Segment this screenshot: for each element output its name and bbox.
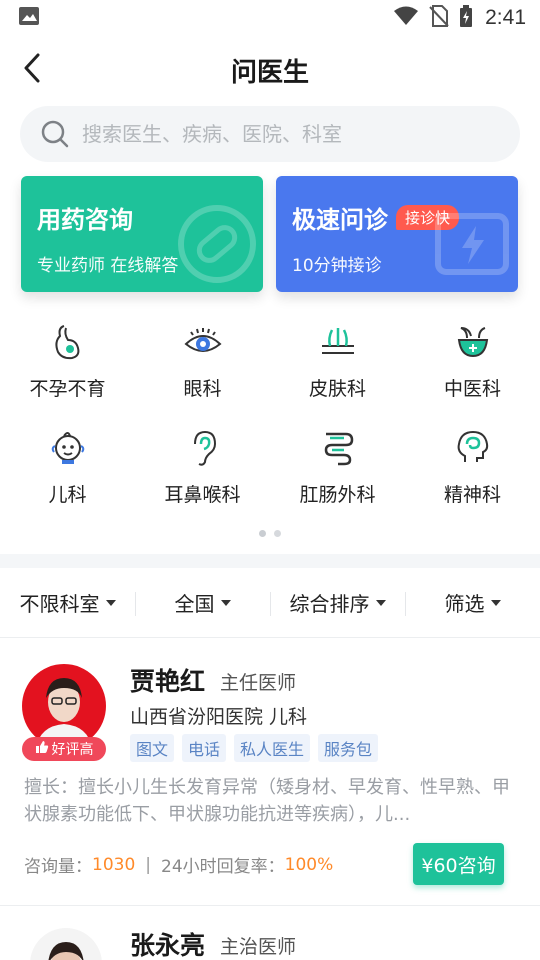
filter-label: 综合排序 xyxy=(289,592,370,616)
doctor-stats: 咨询量： 1030 | 24小时回复率： 100% xyxy=(24,852,334,878)
no-sim-icon xyxy=(429,4,449,32)
filter-bar: 不限科室 全国 综合排序 筛选 xyxy=(0,568,540,638)
dept-anorectal[interactable]: 肛肠外科 xyxy=(270,422,405,528)
filter-region[interactable]: 全国 xyxy=(135,588,270,617)
dropdown-caret-icon xyxy=(105,599,116,606)
dept-ent[interactable]: 耳鼻喉科 xyxy=(135,422,270,528)
filter-sort[interactable]: 综合排序 xyxy=(270,588,405,617)
department-grid: 不孕不育 眼科 皮肤科 中医科 儿科 耳鼻喉科 肛肠外科 精神科 xyxy=(0,316,540,528)
section-divider xyxy=(0,554,540,568)
doctor-card[interactable]: 张永亮 主治医师 xyxy=(0,906,540,960)
dept-pediatrics[interactable]: 儿科 xyxy=(0,422,135,528)
consult-count-value: 1030 xyxy=(92,854,136,875)
pregnancy-icon xyxy=(48,322,88,362)
dept-dermatology[interactable]: 皮肤科 xyxy=(270,316,405,422)
eye-icon xyxy=(183,322,223,362)
dept-label: 肛肠外科 xyxy=(299,484,376,506)
doctor-title: 主治医师 xyxy=(220,936,297,958)
thumbs-up-icon xyxy=(35,740,49,758)
dept-label: 儿科 xyxy=(48,484,87,506)
wifi-icon xyxy=(393,6,419,31)
dropdown-caret-icon xyxy=(490,599,501,606)
dept-ophthalmology[interactable]: 眼科 xyxy=(135,316,270,422)
pill-icon xyxy=(177,204,257,288)
reply-rate-label: 24小时回复率： xyxy=(161,857,285,877)
filter-label: 不限科室 xyxy=(19,592,100,616)
doctor-photo xyxy=(30,928,102,960)
praise-badge: 好评高 xyxy=(22,737,106,761)
dept-label: 中医科 xyxy=(443,378,501,400)
dept-label: 精神科 xyxy=(443,484,501,506)
praise-label: 好评高 xyxy=(51,742,94,758)
reply-rate-value: 100% xyxy=(284,854,334,875)
doctor-name: 张永亮 xyxy=(130,931,206,960)
dropdown-caret-icon xyxy=(220,599,231,606)
service-tag: 服务包 xyxy=(318,734,379,762)
filter-label: 筛选 xyxy=(444,592,485,616)
fast-consult-card[interactable]: 极速问诊 接诊快 10分钟接诊 xyxy=(276,176,518,292)
medication-consult-card[interactable]: 用药咨询 专业药师 在线解答 xyxy=(21,176,263,292)
doctor-name: 贾艳红 xyxy=(130,667,206,696)
dept-label: 皮肤科 xyxy=(308,378,366,400)
battery-charging-icon xyxy=(459,4,473,32)
ear-icon xyxy=(183,428,223,468)
page-dot xyxy=(274,530,281,537)
filter-label: 全国 xyxy=(174,592,215,616)
intestine-icon xyxy=(318,428,358,468)
dept-label: 耳鼻喉科 xyxy=(164,484,241,506)
dropdown-caret-icon xyxy=(375,599,386,606)
search-input[interactable] xyxy=(82,122,482,146)
filter-more[interactable]: 筛选 xyxy=(405,588,540,617)
dept-infertility[interactable]: 不孕不育 xyxy=(0,316,135,422)
search-icon xyxy=(40,119,70,149)
card-title: 极速问诊 xyxy=(292,206,388,234)
skin-icon xyxy=(318,322,358,362)
doctor-hospital: 山西省汾阳医院 儿科 xyxy=(130,706,308,728)
dept-label: 不孕不育 xyxy=(29,378,106,400)
filter-department[interactable]: 不限科室 xyxy=(0,588,135,617)
doctor-title: 主任医师 xyxy=(220,672,297,694)
service-tag: 私人医生 xyxy=(234,734,311,762)
dept-tcm[interactable]: 中医科 xyxy=(405,316,540,422)
consult-count-label: 咨询量： xyxy=(24,857,92,877)
search-bar[interactable] xyxy=(20,106,520,162)
service-tag: 图文 xyxy=(130,734,175,762)
image-icon xyxy=(18,6,40,30)
herbal-mortar-icon xyxy=(453,322,493,362)
doctor-photo xyxy=(22,664,106,748)
lightning-icon xyxy=(432,204,512,288)
consult-button[interactable]: ¥60咨询 xyxy=(413,843,504,885)
page-dot xyxy=(259,530,266,537)
service-tags: 图文 电话 私人医生 服务包 xyxy=(130,734,379,762)
clock: 2:41 xyxy=(485,6,526,29)
stats-separator: | xyxy=(145,854,151,875)
avatar xyxy=(22,664,106,748)
app-bar: 问医生 xyxy=(0,38,540,102)
status-bar: 2:41 xyxy=(0,0,540,36)
doctor-specialty: 擅长：擅长小儿生长发育异常（矮身材、早发育、性早熟、甲状腺素功能低下、甲状腺功能… xyxy=(24,777,510,825)
page-indicator xyxy=(0,530,540,537)
dept-psychiatry[interactable]: 精神科 xyxy=(405,422,540,528)
service-tag: 电话 xyxy=(182,734,227,762)
doctor-card[interactable]: 好评高 贾艳红 主任医师 山西省汾阳医院 儿科 图文 电话 私人医生 服务包 擅… xyxy=(0,638,540,906)
page-title: 问医生 xyxy=(230,58,309,88)
dept-label: 眼科 xyxy=(183,378,222,400)
baby-icon xyxy=(48,428,88,468)
brain-head-icon xyxy=(453,428,493,468)
